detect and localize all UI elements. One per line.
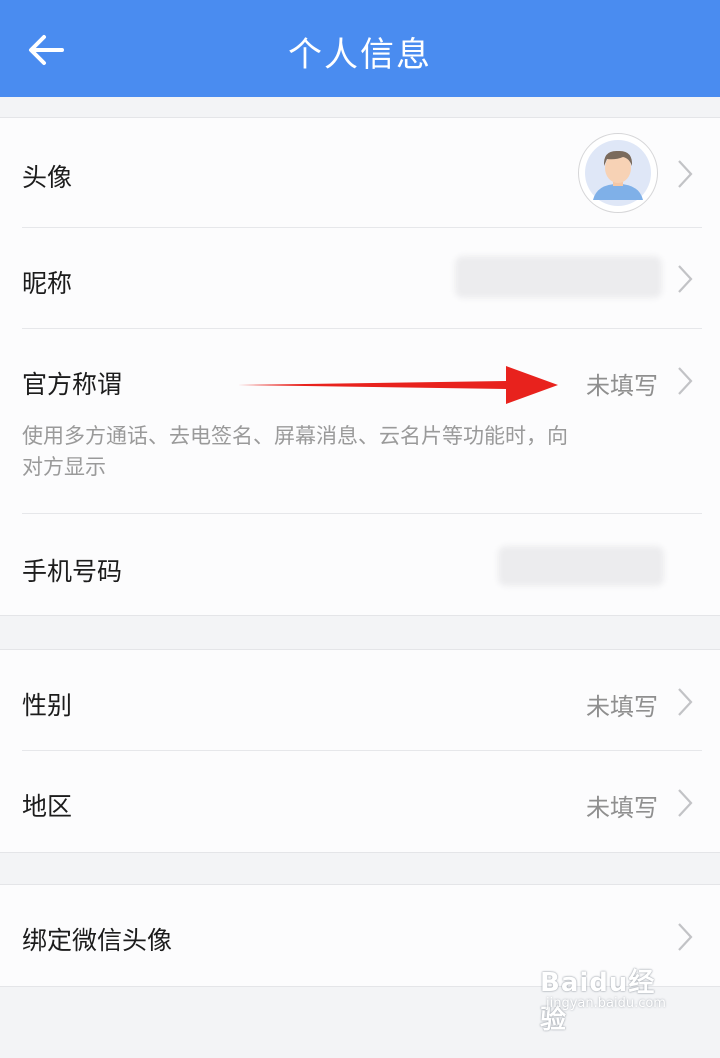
- bind-wechat-avatar-label: 绑定微信头像: [22, 926, 173, 955]
- region-label: 地区: [22, 792, 73, 821]
- nickname-label: 昵称: [22, 269, 73, 298]
- region-row[interactable]: 地区 未填写: [0, 751, 720, 852]
- official-title-hint: 使用多方通话、去电签名、屏幕消息、云名片等功能时，向对方显示: [22, 424, 568, 479]
- nickname-row[interactable]: 昵称: [0, 228, 720, 329]
- region-value: 未填写: [586, 794, 658, 822]
- baidu-watermark: Baidu经验 jingyan.baidu.com: [540, 962, 680, 1035]
- details-group: 性别 未填写 地区 未填写: [0, 649, 720, 853]
- chevron-right-icon: [678, 688, 693, 716]
- annotation-arrow-icon: [238, 366, 558, 404]
- avatar-row[interactable]: 头像: [0, 118, 720, 228]
- gender-value: 未填写: [586, 693, 658, 721]
- page-title: 个人信息: [288, 35, 432, 75]
- phone-label: 手机号码: [22, 557, 123, 586]
- chevron-right-icon: [678, 367, 693, 395]
- gender-row[interactable]: 性别 未填写: [0, 650, 720, 751]
- user-avatar-icon: [585, 140, 651, 206]
- avatar[interactable]: [578, 133, 658, 213]
- chevron-right-icon: [678, 160, 693, 188]
- phone-row: 手机号码: [0, 514, 720, 615]
- phone-value-redacted: [498, 546, 664, 586]
- watermark-url: jingyan.baidu.com: [546, 996, 666, 1011]
- official-title-label: 官方称谓: [22, 370, 123, 399]
- official-title-row[interactable]: 官方称谓 未填写 使用多方通话、去电签名、屏幕消息、云名片等功能时，向对方显示: [0, 329, 720, 514]
- gender-label: 性别: [22, 691, 73, 720]
- avatar-label: 头像: [22, 163, 73, 192]
- chevron-right-icon: [678, 923, 693, 951]
- app-header: 个人信息: [0, 0, 720, 97]
- official-title-value: 未填写: [586, 372, 658, 400]
- chevron-right-icon: [678, 265, 693, 293]
- chevron-right-icon: [678, 789, 693, 817]
- nickname-value-redacted: [455, 256, 662, 298]
